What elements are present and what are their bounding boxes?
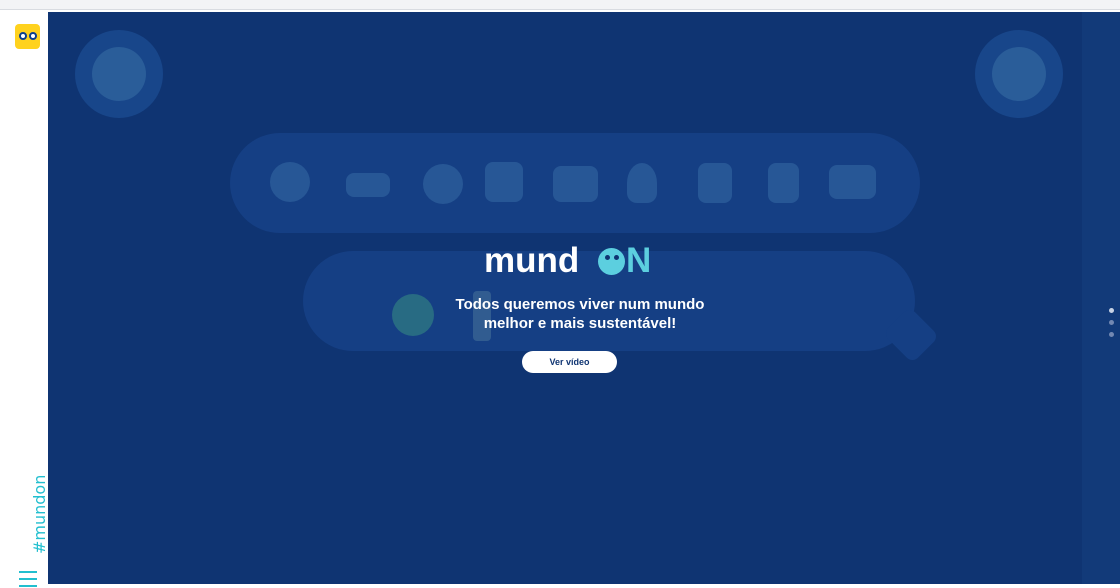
globe-icon [392,294,434,336]
menu-line-icon [19,578,37,580]
lightbulb-icon [627,163,657,203]
fire-truck-icon [553,166,598,202]
mundon-owl-logo-icon[interactable] [15,24,40,49]
mundon-brand-logo: mund N [484,240,684,282]
logo-left-eye [19,32,27,40]
fridge-icon [829,165,876,199]
hamburger-menu-icon[interactable] [19,571,37,588]
headline-line-1: Todos queremos viver num mundo [455,296,705,313]
headline-line-2: melhor e mais sustentável! [483,315,677,332]
plate-icon [423,164,463,204]
pagination-dot-1[interactable] [1109,308,1114,313]
boy-avatar [75,30,163,118]
icon-speech-bubble-top [230,133,920,233]
girl-avatar [975,30,1063,118]
logo-right-eye [29,32,37,40]
bus-icon [485,162,523,202]
browser-top-line [0,0,1120,10]
trash-bin-icon [768,163,799,203]
hashtag-mundon: #mundon [30,474,49,554]
right-side-panel [1082,12,1120,584]
menu-line-icon [19,571,37,573]
people-icon [270,162,310,202]
menu-line-icon [19,585,37,587]
faucet-icon [698,163,732,203]
pagination-dot-2[interactable] [1109,320,1114,325]
smiling-o-icon [598,248,625,275]
pagination-dot-3[interactable] [1109,332,1114,337]
slide-pagination [1109,308,1115,337]
car-icon [346,173,390,197]
brand-prefix: mund [484,241,580,280]
hero-headline: Todos queremos viver num mundo melhor e … [430,295,730,333]
brand-suffix: N [626,241,652,280]
left-sidebar: #mundon [0,10,49,587]
watch-video-button[interactable]: Ver vídeo [522,351,617,373]
hero-section: mund N Todos queremos viver num mundo me… [48,12,1120,584]
